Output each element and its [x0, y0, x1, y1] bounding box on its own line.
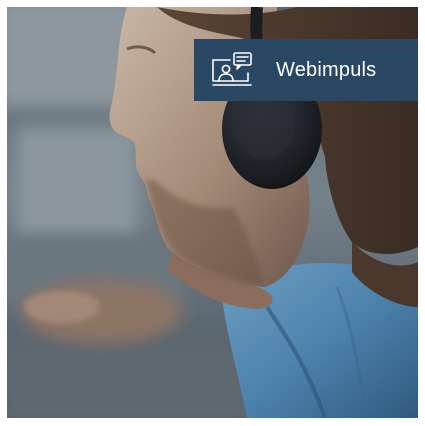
hero-image-card: Webimpuls: [7, 7, 418, 418]
webimpuls-badge: Webimpuls: [194, 39, 418, 101]
webinar-presenter-icon: [210, 51, 254, 89]
badge-label: Webimpuls: [276, 58, 377, 81]
